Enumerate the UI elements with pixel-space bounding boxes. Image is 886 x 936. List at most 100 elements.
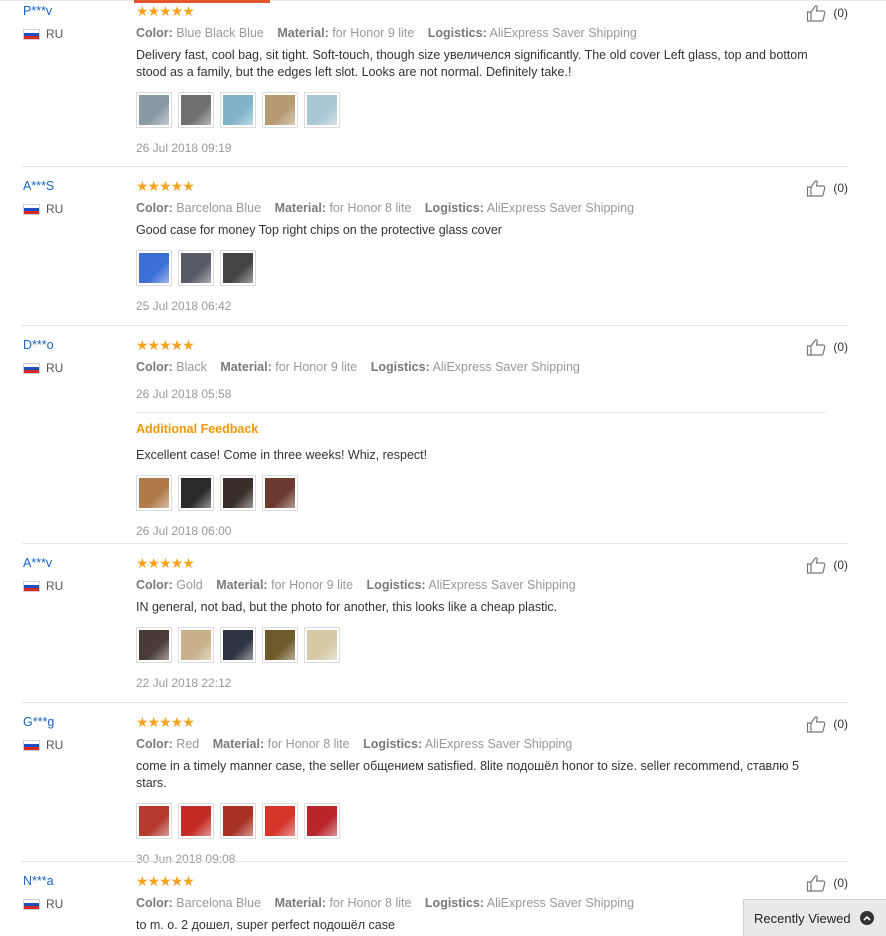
color-label: Color: <box>136 360 173 374</box>
review-text: IN general, not bad, but the photo for a… <box>136 600 558 614</box>
reviewer-info: A***v RU <box>23 556 63 593</box>
reviewer-name[interactable]: D***o <box>23 338 63 352</box>
review-content: ★★★★★ Color: Barcelona Blue Material: fo… <box>136 179 826 313</box>
reviewer-name[interactable]: N***a <box>23 874 63 888</box>
country-code: RU <box>46 27 64 41</box>
review-meta: Color: Gold Material: for Honor 9 lite L… <box>136 578 826 592</box>
thumbs-up-icon <box>806 338 830 356</box>
color-value: Blue Black Blue <box>176 26 264 40</box>
color-value: Barcelona Blue <box>176 896 262 910</box>
thumbs-up-icon <box>806 874 830 892</box>
additional-feedback-photos <box>136 475 826 511</box>
review-date: 25 Jul 2018 06:42 <box>136 299 232 313</box>
reviewer-name[interactable]: A***v <box>23 556 63 570</box>
helpful-count: (0) <box>833 340 848 354</box>
flag-ru-icon <box>23 580 40 592</box>
country-code: RU <box>46 361 64 375</box>
review-photo-thumbnail[interactable] <box>178 92 214 128</box>
review-photo-thumbnail[interactable] <box>304 627 340 663</box>
reviewer-name[interactable]: G***g <box>23 715 63 729</box>
material-label: Material: <box>212 737 265 751</box>
recently-viewed-label: Recently Viewed <box>754 910 851 926</box>
reviewer-country: RU <box>23 202 63 216</box>
reviewer-name[interactable]: A***S <box>23 179 63 193</box>
star-rating: ★★★★★ <box>136 714 195 730</box>
country-code: RU <box>46 738 64 752</box>
flag-ru-icon <box>23 28 40 40</box>
review-date: 22 Jul 2018 22:12 <box>136 676 232 690</box>
review-photo-thumbnail[interactable] <box>136 803 172 839</box>
additional-feedback: Additional Feedback Excellent case! Come… <box>136 412 826 538</box>
review-divider <box>22 702 848 703</box>
review-photo-thumbnail[interactable] <box>262 627 298 663</box>
review-photo-thumbnail[interactable] <box>136 627 172 663</box>
country-code: RU <box>46 897 64 911</box>
color-label: Color: <box>136 578 173 592</box>
review-content: ★★★★★ Color: Red Material: for Honor 8 l… <box>136 715 826 866</box>
review-photo-thumbnail[interactable] <box>220 803 256 839</box>
review-meta: Color: Red Material: for Honor 8 lite Lo… <box>136 737 826 751</box>
review-photo-thumbnail[interactable] <box>136 92 172 128</box>
material-value: for Honor 9 lite <box>332 26 415 40</box>
review-item: G***g RU ★★★★★ Color: Red Material: for … <box>0 715 848 866</box>
material-value: for Honor 8 lite <box>329 896 412 910</box>
review-content: ★★★★★ Color: Black Material: for Honor 9… <box>136 338 826 538</box>
review-photo-thumbnail[interactable] <box>262 475 298 511</box>
review-photo-thumbnail[interactable] <box>304 803 340 839</box>
material-label: Material: <box>274 201 326 215</box>
review-item: A***v RU ★★★★★ Color: Gold Material: for… <box>0 556 848 703</box>
material-value: for Honor 9 lite <box>271 578 354 592</box>
review-text: Delivery fast, cool bag, sit tight. Soft… <box>136 48 808 79</box>
helpful-count: (0) <box>833 181 848 195</box>
recently-viewed-button[interactable]: Recently Viewed <box>743 899 886 936</box>
reviewer-info: D***o RU <box>23 338 63 375</box>
color-label: Color: <box>136 896 173 910</box>
helpful-count: (0) <box>833 558 848 572</box>
review-photo-thumbnail[interactable] <box>178 627 214 663</box>
review-photo-thumbnail[interactable] <box>262 92 298 128</box>
star-rating: ★★★★★ <box>136 337 195 353</box>
review-photo-thumbnail[interactable] <box>136 250 172 286</box>
material-value: for Honor 8 lite <box>329 201 412 215</box>
color-label: Color: <box>136 737 173 751</box>
helpful-button[interactable]: (0) <box>806 715 848 733</box>
helpful-button[interactable]: (0) <box>806 338 848 356</box>
review-divider <box>22 543 848 544</box>
review-photo-thumbnail[interactable] <box>220 92 256 128</box>
flag-ru-icon <box>23 362 40 374</box>
review-photo-thumbnail[interactable] <box>136 475 172 511</box>
star-rating: ★★★★★ <box>136 873 195 889</box>
color-label: Color: <box>136 26 173 40</box>
review-content: ★★★★★ Color: Barcelona Blue Material: fo… <box>136 874 826 934</box>
review-item: D***o RU ★★★★★ Color: Black Material: fo… <box>0 338 848 544</box>
review-photos <box>136 92 826 128</box>
reviewer-name[interactable]: P***v <box>23 4 63 18</box>
reviewer-info: P***v RU <box>23 4 63 41</box>
helpful-button[interactable]: (0) <box>806 4 848 22</box>
additional-feedback-title: Additional Feedback <box>136 422 259 436</box>
material-value: for Honor 9 lite <box>275 360 358 374</box>
review-text: to m. o. 2 дошел, super perfect подошёл … <box>136 918 395 932</box>
helpful-button[interactable]: (0) <box>806 179 848 197</box>
review-meta: Color: Barcelona Blue Material: for Hono… <box>136 201 826 215</box>
review-photo-thumbnail[interactable] <box>220 475 256 511</box>
review-photo-thumbnail[interactable] <box>262 803 298 839</box>
color-value: Red <box>176 737 200 751</box>
review-photo-thumbnail[interactable] <box>178 803 214 839</box>
helpful-button[interactable]: (0) <box>806 874 848 892</box>
top-border <box>0 0 886 1</box>
review-photo-thumbnail[interactable] <box>304 92 340 128</box>
logistics-label: Logistics: <box>424 896 484 910</box>
review-photo-thumbnail[interactable] <box>220 627 256 663</box>
reviewer-country: RU <box>23 361 63 375</box>
logistics-value: AliExpress Saver Shipping <box>486 896 635 910</box>
logistics-value: AliExpress Saver Shipping <box>486 201 635 215</box>
thumbs-up-icon <box>806 715 830 733</box>
flag-ru-icon <box>23 739 40 751</box>
review-photo-thumbnail[interactable] <box>220 250 256 286</box>
review-photo-thumbnail[interactable] <box>178 475 214 511</box>
helpful-button[interactable]: (0) <box>806 556 848 574</box>
thumbs-up-icon <box>806 4 830 22</box>
review-meta: Color: Blue Black Blue Material: for Hon… <box>136 26 826 40</box>
review-photo-thumbnail[interactable] <box>178 250 214 286</box>
